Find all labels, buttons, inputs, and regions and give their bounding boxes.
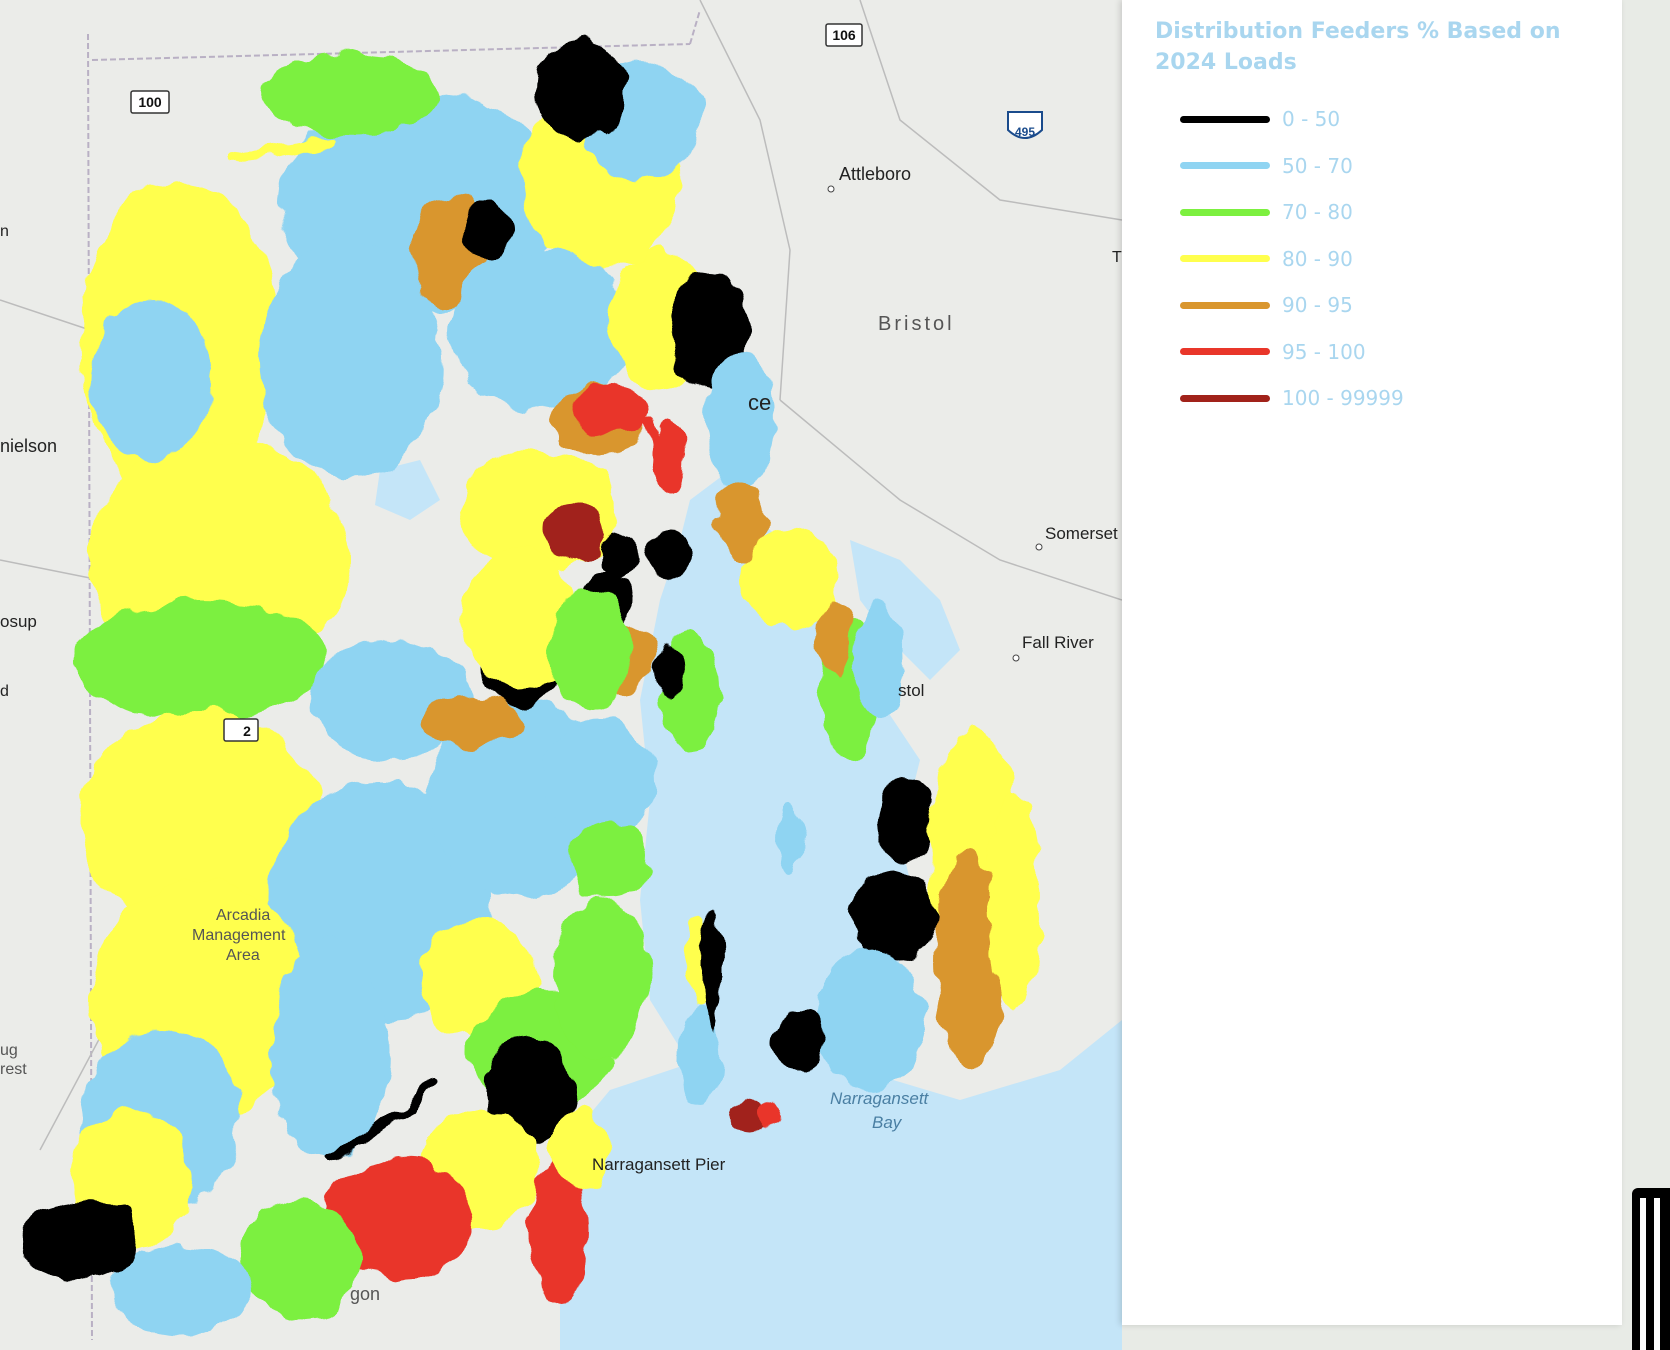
legend-item: 0 - 50 [1180, 96, 1404, 143]
feeder-region[interactable] [774, 1010, 826, 1070]
place-forest-label-1: ug [0, 1042, 18, 1059]
edge-scroll-handle[interactable] [1632, 1188, 1670, 1350]
narragansett-bay-label-2: Bay [872, 1113, 903, 1132]
legend-item: 50 - 70 [1180, 143, 1404, 190]
feeder-region[interactable] [90, 300, 210, 460]
place-fall-river-label: Fall River [1022, 633, 1094, 652]
place-danielson-label: nielson [0, 436, 57, 456]
feeder-region[interactable] [260, 240, 440, 480]
feeder-region[interactable] [20, 1200, 140, 1280]
feeder-region[interactable] [778, 805, 802, 875]
place-edge-t-label: T [1112, 249, 1122, 266]
legend-label: 50 - 70 [1282, 153, 1353, 178]
legend-swatch [1180, 255, 1270, 263]
feeder-region[interactable] [648, 533, 692, 577]
feeder-region[interactable] [570, 820, 650, 900]
feeder-region[interactable] [550, 1110, 610, 1190]
interstate-495-label: 495 [1015, 125, 1035, 139]
place-edge-d-label: d [0, 683, 9, 700]
feeder-region[interactable] [703, 910, 721, 1030]
feeder-region[interactable] [270, 940, 390, 1160]
legend-label: 70 - 80 [1282, 200, 1353, 225]
legend-swatch [1180, 394, 1270, 402]
place-providence-label: ce [748, 390, 771, 415]
feeder-region[interactable] [240, 1200, 360, 1320]
place-moosup-label: osup [0, 612, 37, 631]
route-2-label: 2 [243, 723, 251, 739]
route-2-shield: 2 [223, 718, 259, 742]
scroll-stripe [1654, 1198, 1660, 1350]
route-100-label: 100 [138, 94, 162, 110]
feeder-region[interactable] [260, 55, 440, 135]
scroll-stripe [1640, 1198, 1646, 1350]
feeder-region[interactable] [535, 40, 625, 140]
legend-item: 100 - 99999 [1180, 375, 1404, 422]
feeder-region[interactable] [875, 780, 935, 860]
place-narragansett-pier-label: Narragansett Pier [592, 1155, 726, 1174]
legend-swatch [1180, 301, 1270, 309]
place-edge-n-label: n [0, 223, 9, 240]
legend-label: 100 - 99999 [1282, 386, 1404, 411]
place-kingston-label: gon [350, 1284, 380, 1304]
route-106-shield: 106 [825, 23, 863, 47]
place-arcadia-management-label: Management [192, 927, 286, 944]
place-forest-label-2: rest [0, 1061, 27, 1078]
route-100-shield: 100 [130, 90, 170, 114]
feeder-region[interactable] [850, 870, 940, 960]
legend-item: 70 - 80 [1180, 189, 1404, 236]
legend-label: 90 - 95 [1282, 293, 1353, 318]
place-somerset-label: Somerset [1045, 524, 1118, 543]
feeder-region[interactable] [819, 600, 851, 680]
legend-label: 80 - 90 [1282, 246, 1353, 271]
legend-swatch [1180, 208, 1270, 216]
feeder-region[interactable] [990, 790, 1040, 1010]
place-arcadia-label: Arcadia [216, 907, 270, 924]
legend-item: 95 - 100 [1180, 329, 1404, 376]
place-attleboro-label: Attleboro [839, 164, 911, 184]
feeder-region[interactable] [70, 600, 330, 720]
feeder-region[interactable] [550, 900, 650, 1060]
feeder-region[interactable] [465, 200, 515, 260]
legend-label: 95 - 100 [1282, 339, 1366, 364]
feeder-region[interactable] [655, 645, 685, 695]
feeder-region[interactable] [598, 535, 642, 575]
legend-label: 0 - 50 [1282, 107, 1341, 132]
feeder-region[interactable] [855, 600, 905, 720]
place-arcadia-area-label: Area [226, 947, 260, 964]
interstate-495-shield: 495 [1007, 111, 1043, 139]
narragansett-bay-label-1: Narragansett [830, 1089, 930, 1108]
legend-item: 90 - 95 [1180, 282, 1404, 329]
legend-swatch [1180, 115, 1270, 123]
feeder-map[interactable]: 106 100 495 2 Attleboro Bristol ce Somer… [0, 0, 1122, 1350]
region-bristol-label: Bristol [878, 313, 955, 335]
feeder-region[interactable] [815, 950, 925, 1090]
place-bristol-town-label: stol [898, 681, 924, 700]
legend-list: 0 - 50 50 - 70 70 - 80 80 - 90 90 - 95 95 - 1… [1180, 96, 1404, 422]
route-106-label: 106 [832, 27, 856, 43]
feeder-region[interactable] [550, 590, 630, 710]
legend-panel: Distribution Feeders % Based on 2024 Loa… [1122, 0, 1622, 1325]
feeder-region[interactable] [420, 695, 520, 745]
legend-swatch [1180, 348, 1270, 356]
legend-title: Distribution Feeders % Based on 2024 Loa… [1155, 19, 1561, 75]
feeder-region[interactable] [705, 350, 775, 490]
legend-swatch [1180, 162, 1270, 170]
feeder-region[interactable] [547, 498, 603, 562]
feeder-region[interactable] [570, 385, 650, 435]
feeder-region[interactable] [758, 1098, 782, 1126]
legend-item: 80 - 90 [1180, 236, 1404, 283]
